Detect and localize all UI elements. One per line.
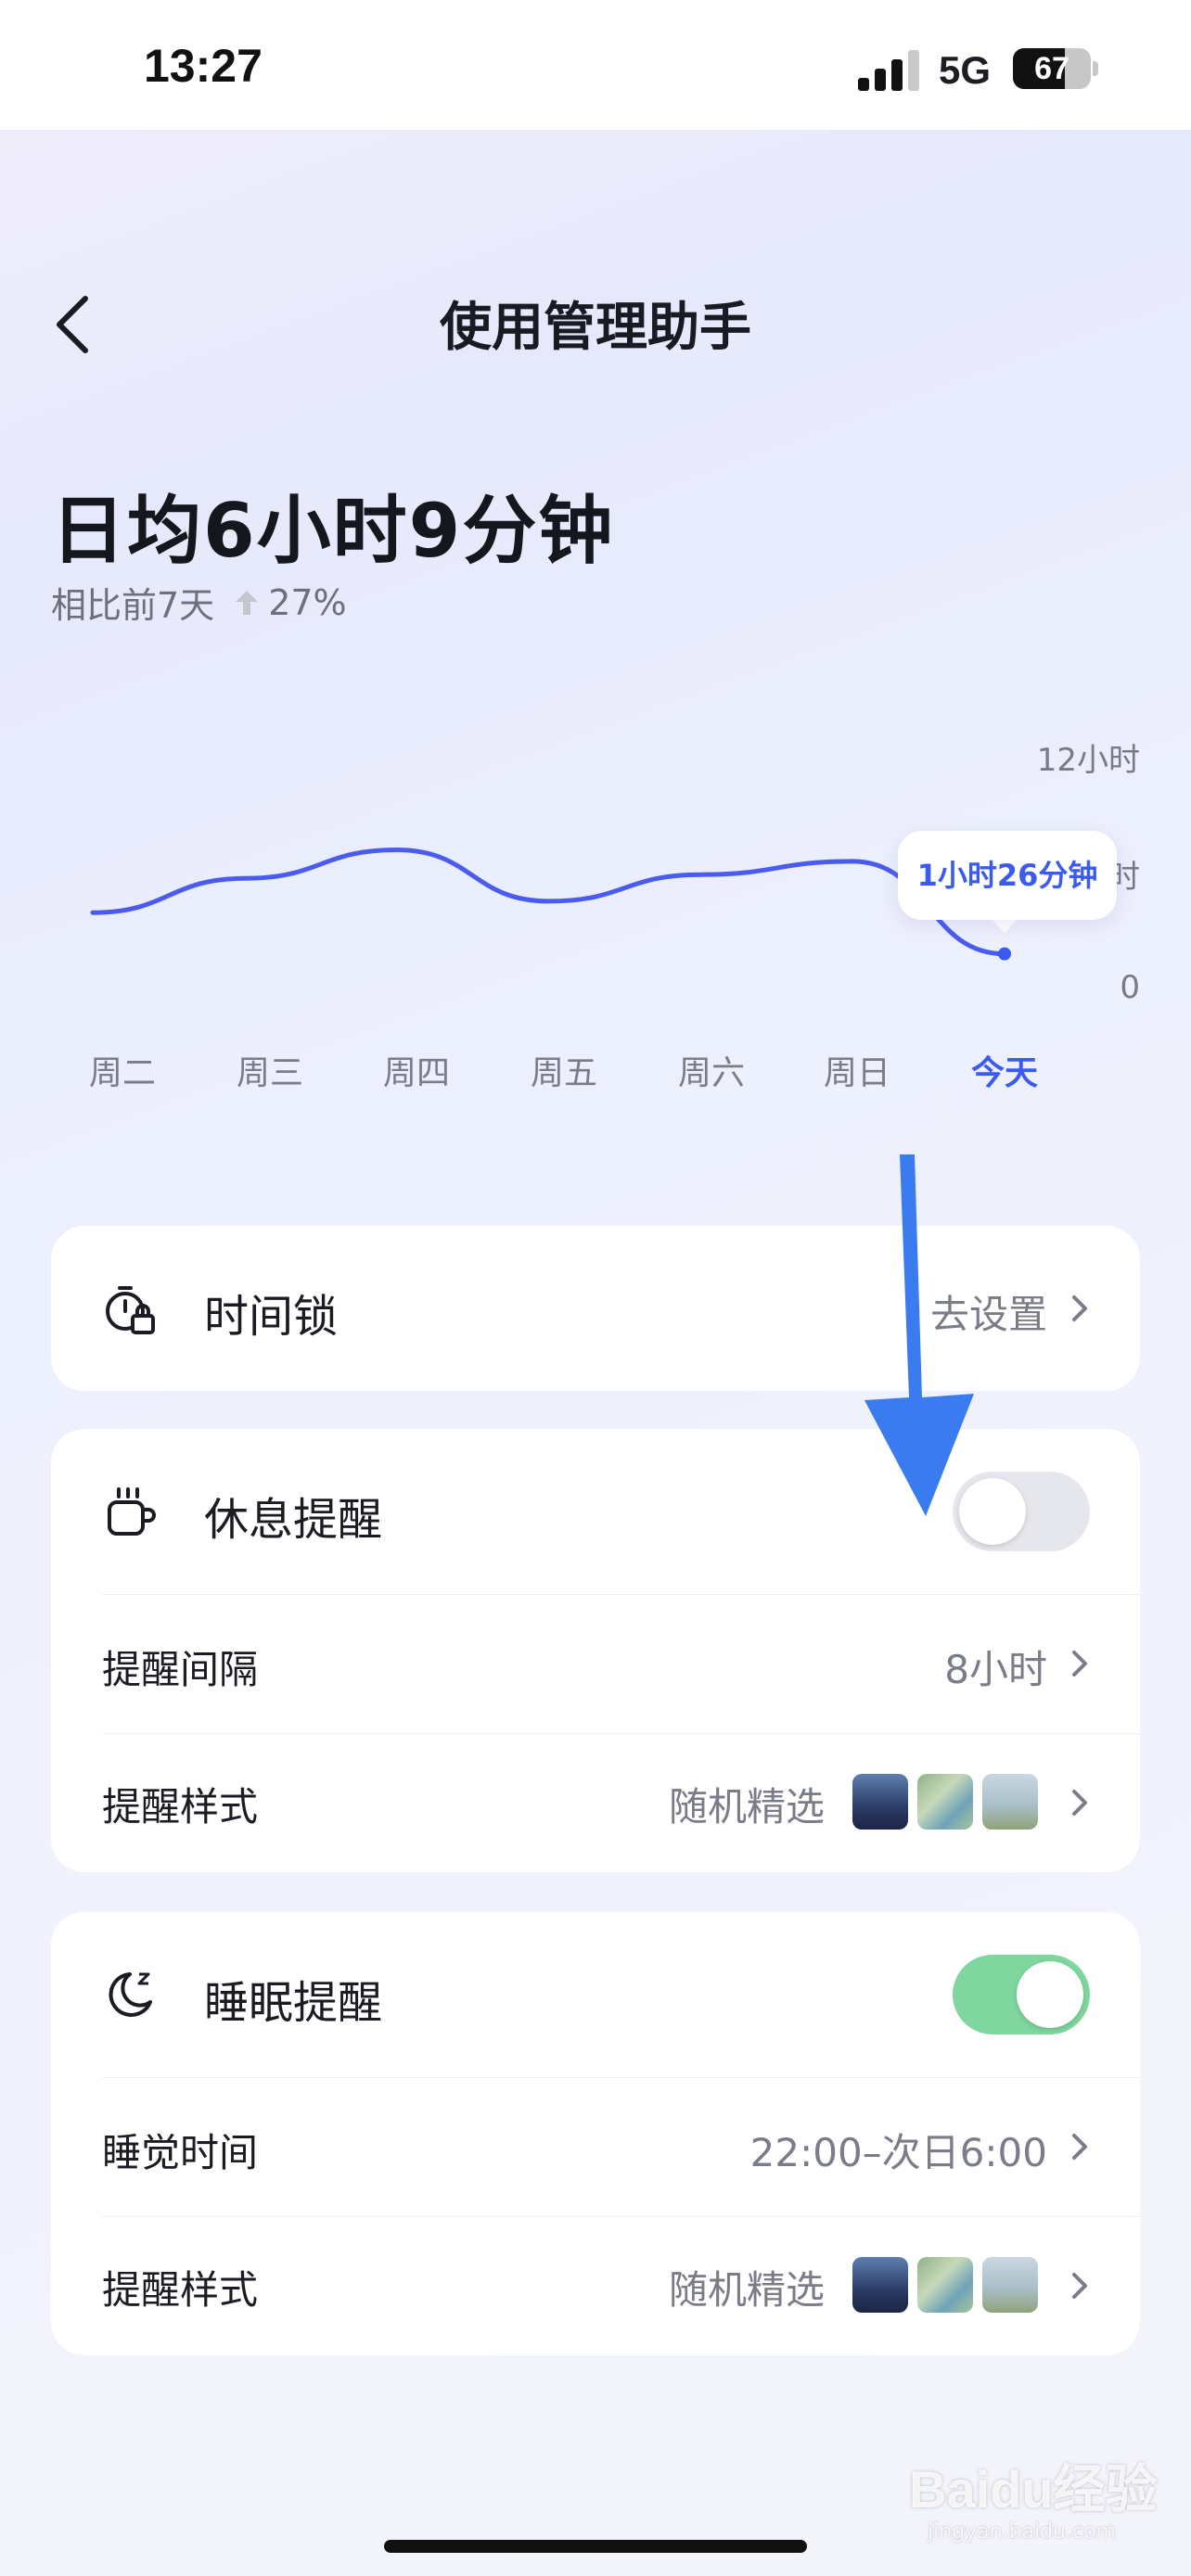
x-tick-fri[interactable]: 周五 — [508, 1046, 620, 1094]
stopwatch-lock-icon — [106, 1286, 155, 1334]
thumbnail-image — [917, 2257, 973, 2313]
style-thumbnails — [852, 2257, 1038, 2313]
rest-style-value: 随机精选 — [668, 1784, 825, 1830]
rest-reminder-title: 休息提醒 — [204, 1494, 383, 1546]
rest-interval-label: 提醒间隔 — [102, 1647, 259, 1692]
sleep-reminder-title: 睡眠提醒 — [204, 1977, 383, 2029]
rest-style-row[interactable]: 提醒样式 随机精选 — [51, 1733, 1140, 1872]
x-tick-tue[interactable]: 周二 — [67, 1046, 178, 1094]
tooltip-value: 1小时26分钟 — [916, 858, 1098, 893]
chevron-right-icon — [1072, 2134, 1087, 2160]
sleep-reminder-card: 睡眠提醒 睡觉时间 22:00–次日6:00 提醒样式 随机精选 — [51, 1912, 1140, 2355]
toggle-knob — [1017, 1961, 1083, 2028]
chevron-right-icon — [1072, 2273, 1087, 2299]
x-tick-wed[interactable]: 周三 — [214, 1046, 326, 1094]
watermark-logo: Baidu经验 — [909, 2460, 1158, 2519]
thumbnail-image — [982, 2257, 1038, 2313]
annotation-arrow-icon — [864, 1154, 974, 1516]
rest-interval-value: 8小时 — [944, 1647, 1047, 1692]
watermark-url: jingyan.baidu.com — [928, 2520, 1117, 2544]
sleep-style-row[interactable]: 提醒样式 随机精选 — [51, 2216, 1140, 2355]
x-tick-thu[interactable]: 周四 — [361, 1046, 472, 1094]
data-point-highlight — [998, 947, 1011, 961]
chevron-right-icon — [1072, 1295, 1087, 1321]
y-tick-zero: 0 — [1120, 969, 1140, 1006]
moon-zz-icon — [109, 1972, 152, 2017]
thumbnail-image — [852, 2257, 908, 2313]
sleep-time-label: 睡觉时间 — [102, 2130, 259, 2175]
y-tick-max: 12小时 — [1036, 742, 1140, 779]
sleep-time-value: 22:00–次日6:00 — [749, 2130, 1047, 2175]
usage-line-chart — [90, 848, 1018, 961]
x-tick-today[interactable]: 今天 — [949, 1046, 1060, 1094]
thumbnail-image — [917, 1774, 973, 1830]
sleep-reminder-toggle[interactable] — [953, 1955, 1090, 2034]
rest-style-label: 提醒样式 — [102, 1784, 259, 1830]
sleep-time-row[interactable]: 睡觉时间 22:00–次日6:00 — [51, 2077, 1140, 2216]
sleep-style-label: 提醒样式 — [102, 2267, 259, 2313]
chevron-right-icon — [1072, 1790, 1087, 1816]
thumbnail-image — [982, 1774, 1038, 1830]
x-tick-sun[interactable]: 周日 — [801, 1046, 913, 1094]
style-thumbnails — [852, 1774, 1038, 1830]
chart-tooltip: 1小时26分钟 — [898, 831, 1117, 920]
rest-interval-row[interactable]: 提醒间隔 8小时 — [51, 1594, 1140, 1733]
thumbnail-image — [852, 1774, 908, 1830]
time-lock-title: 时间锁 — [204, 1291, 339, 1343]
sleep-style-value: 随机精选 — [668, 2267, 825, 2313]
tooltip-pointer — [992, 919, 1018, 933]
x-tick-sat[interactable]: 周六 — [656, 1046, 767, 1094]
chevron-right-icon — [1072, 1651, 1087, 1677]
home-indicator — [384, 2540, 807, 2553]
usage-series-line — [90, 848, 855, 915]
coffee-cup-icon — [108, 1487, 156, 1536]
sleep-reminder-row: 睡眠提醒 — [51, 1912, 1140, 2077]
